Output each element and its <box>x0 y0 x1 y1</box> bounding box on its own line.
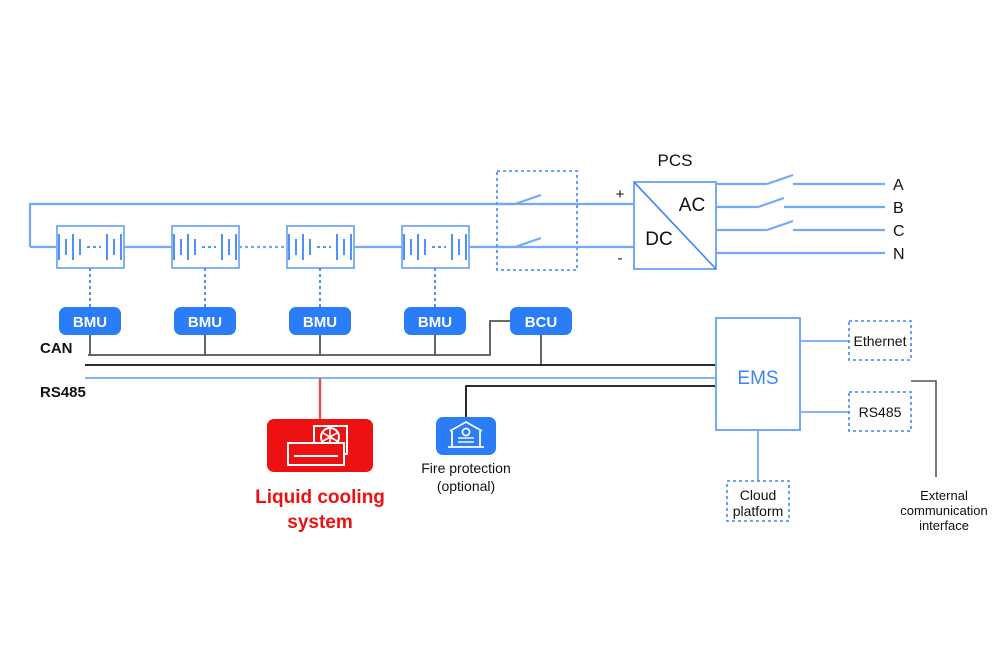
pcs-dc-label: DC <box>645 229 672 250</box>
dc-switch-box <box>496 170 634 271</box>
ems-label: EMS <box>737 368 778 389</box>
battery-module <box>401 225 470 269</box>
liquid-cooling-system[interactable]: Liquid cooling system <box>255 419 385 533</box>
pcs-ac-label: AC <box>679 195 705 216</box>
bmu-node[interactable]: BMU <box>289 307 351 335</box>
fire-protection-system[interactable]: Fire protection (optional) <box>421 417 511 494</box>
cloud-platform-label-line1: Cloud <box>740 487 777 503</box>
fire-protection-title-line2: (optional) <box>437 478 495 494</box>
pcs-label: PCS <box>658 151 693 170</box>
bmu-node[interactable]: BMU <box>59 307 121 335</box>
ems-port-ethernet[interactable]: Ethernet <box>848 320 912 361</box>
pcs-converter: PCS AC DC + - <box>616 151 717 270</box>
battery-module <box>56 225 125 269</box>
ems-port-rs485[interactable]: RS485 <box>848 391 912 432</box>
ac-neutral-label: N <box>893 246 905 263</box>
rs485-port-label: RS485 <box>859 404 902 420</box>
bcu-label: BCU <box>525 314 558 331</box>
fire-protection-title-line1: Fire protection <box>421 460 510 476</box>
ac-phase-label-c: C <box>893 223 905 240</box>
bmu-node[interactable]: BMU <box>174 307 236 335</box>
battery-module <box>286 225 355 269</box>
cloud-platform-node[interactable]: Cloud platform <box>726 480 790 522</box>
system-topology-diagram: PCS AC DC + - A B C N CAN RS485 BMU BMU … <box>28 151 988 533</box>
rs485-bus: RS485 <box>40 335 790 417</box>
external-communication-interface: External communication interface <box>900 380 988 533</box>
ems-unit[interactable]: EMS <box>715 317 801 431</box>
dc-negative-label: - <box>618 250 623 267</box>
liquid-cooling-title-line1: Liquid cooling <box>255 487 385 508</box>
bmu-label: BMU <box>73 314 107 331</box>
rs485-bus-label: RS485 <box>40 384 86 401</box>
bmu-label: BMU <box>303 314 337 331</box>
liquid-cooling-title-line2: system <box>287 512 353 533</box>
bmu-label: BMU <box>418 314 452 331</box>
external-interface-label-line1: External <box>920 488 968 503</box>
ac-phase-label-a: A <box>893 177 904 194</box>
diagram-canvas: PCS AC DC + - A B C N CAN RS485 BMU BMU … <box>0 0 1000 670</box>
external-interface-label-line3: interface <box>919 518 969 533</box>
bmu-node[interactable]: BMU <box>404 307 466 335</box>
dc-positive-label: + <box>616 186 625 203</box>
bmu-label: BMU <box>188 314 222 331</box>
ac-phase-label-b: B <box>893 200 904 217</box>
external-interface-label-line2: communication <box>900 503 987 518</box>
ethernet-label: Ethernet <box>854 333 907 349</box>
can-bus-label: CAN <box>40 340 73 357</box>
battery-module <box>171 225 240 269</box>
bcu-node[interactable]: BCU <box>510 307 572 335</box>
cloud-platform-label-line2: platform <box>733 503 784 519</box>
ac-output-wiring: A B C N <box>716 173 905 263</box>
battery-to-bmu-links <box>89 268 436 307</box>
